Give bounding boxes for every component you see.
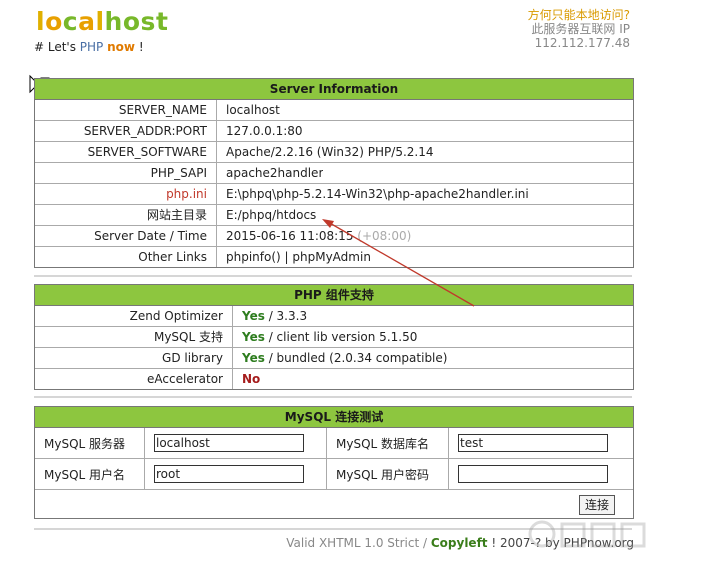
component-detail: / bundled (2.0.34 compatible) [264,351,448,365]
component-value-cell: Yes / client lib version 5.1.50 [233,327,417,347]
server-info-value: 127.0.0.1:80 [226,124,303,138]
logo-letter: l [36,7,46,36]
tagline-prefix: # Let's [34,40,80,54]
mysql-user-cell [145,459,327,490]
ip-label: 此服务器互联网 IP [531,22,630,36]
tagline-php: PHP [79,40,104,54]
server-info-value-cell: 127.0.0.1:80 [217,121,303,141]
other-links[interactable]: phpinfo() | phpMyAdmin [226,250,371,264]
timezone-offset: (+08:00) [357,229,412,243]
mysql-test-title: MySQL 连接测试 [35,407,633,428]
component-label: Zend Optimizer [35,306,233,326]
component-detail: / client lib version 5.1.50 [264,330,418,344]
server-info-value-cell: E:\phpq\php-5.2.14-Win32\php-apache2hand… [217,184,529,204]
divider [34,396,632,398]
valid-xhtml-link[interactable]: Valid XHTML 1.0 Strict [286,536,419,550]
mysql-server-label: MySQL 服务器 [35,428,145,459]
php-component-row: Zend Optimizer Yes / 3.3.3 [35,306,633,327]
server-info-label: SERVER_SOFTWARE [35,142,217,162]
component-status: No [242,372,261,386]
watermark-icon [528,520,646,548]
server-info-label: PHP_SAPI [35,163,217,183]
mysql-form: MySQL 服务器 MySQL 数据库名 MySQL 用户名 MySQL 用户密… [35,428,633,490]
server-info-row: Other Links phpinfo() | phpMyAdmin [35,247,633,267]
mysql-dbname-cell [449,428,633,459]
server-info-value-cell: E:/phpq/htdocs [217,205,316,225]
server-info-value: apache2handler [226,166,324,180]
server-info-value: E:/phpq/htdocs [226,208,317,222]
component-detail: / 3.3.3 [264,309,308,323]
php-components-panel: PHP 组件支持 Zend Optimizer Yes / 3.3.3 MySQL … [34,284,634,390]
tagline-suffix: ! [135,40,144,54]
ip-info: 方何只能本地访问? 此服务器互联网 IP 112.112.177.48 [528,8,630,50]
local-only-link[interactable]: 方何只能本地访问? [528,8,630,22]
mysql-dbname-input[interactable] [458,434,608,452]
divider [34,275,632,277]
php-component-row: eAccelerator No [35,369,633,389]
server-info-row: 网站主目录 E:/phpq/htdocs [35,205,633,226]
server-info-value: 2015-06-16 11:08:15 [226,229,354,243]
logo-letter: s [140,7,156,36]
page: localhost # Let's PHP now ! 方何只能本地访问? 此服… [0,0,710,578]
mysql-test-panel: MySQL 连接测试 MySQL 服务器 MySQL 数据库名 MySQL 用户… [34,406,634,519]
component-status: Yes [242,351,265,365]
component-label: eAccelerator [35,369,233,389]
tagline-now: now [107,40,135,54]
server-info-row: SERVER_ADDR:PORT 127.0.0.1:80 [35,121,633,142]
logo-letter: o [45,7,63,36]
mysql-server-input[interactable] [154,434,304,452]
server-info-value-cell: localhost [217,100,280,120]
logo-letter: h [104,7,123,36]
mysql-server-cell [145,428,327,459]
server-info-value: localhost [226,103,280,117]
tagline: # Let's PHP now ! [34,40,144,54]
mysql-dbname-label: MySQL 数据库名 [327,428,449,459]
server-info-row: php.ini E:\phpq\php-5.2.14-Win32\php-apac… [35,184,633,205]
footer-sep: / [419,536,431,550]
server-info-label: Server Date / Time [35,226,217,246]
php-ini-link[interactable]: php.ini [35,184,217,204]
component-status: Yes [242,330,265,344]
php-component-row: GD library Yes / bundled (2.0.34 compatib… [35,348,633,369]
component-value-cell: No [233,369,260,389]
php-components-title: PHP 组件支持 [35,285,633,306]
ip-value: 112.112.177.48 [534,36,630,50]
mysql-user-input[interactable] [154,465,304,483]
server-info-label: 网站主目录 [35,205,217,225]
mysql-user-label: MySQL 用户名 [35,459,145,490]
server-info-row: SERVER_SOFTWARE Apache/2.2.16 (Win32) PHP… [35,142,633,163]
mysql-password-label: MySQL 用户密码 [327,459,449,490]
server-info-label: SERVER_ADDR:PORT [35,121,217,141]
server-info-value: Apache/2.2.16 (Win32) PHP/5.2.14 [226,145,434,159]
server-info-value-cell: phpinfo() | phpMyAdmin [217,247,371,267]
server-info-value-cell: Apache/2.2.16 (Win32) PHP/5.2.14 [217,142,434,162]
localhost-logo: localhost [36,6,168,38]
logo-letter: a [78,7,96,36]
component-value-cell: Yes / bundled (2.0.34 compatible) [233,348,447,368]
logo-letter: t [155,7,169,36]
logo-letter: o [122,7,141,36]
connect-button[interactable]: 连接 [578,495,615,515]
server-info-value-cell: apache2handler [217,163,323,183]
server-info-label: Other Links [35,247,217,267]
component-status: Yes [242,309,265,323]
server-info-row: SERVER_NAME localhost [35,100,633,121]
mysql-password-input[interactable] [458,465,608,483]
server-info-value: E:\phpq\php-5.2.14-Win32\php-apache2hand… [226,187,529,201]
component-label: MySQL 支持 [35,327,233,347]
server-info-label: SERVER_NAME [35,100,217,120]
php-component-row: MySQL 支持 Yes / client lib version 5.1.50 [35,327,633,348]
server-info-row: PHP_SAPI apache2handler [35,163,633,184]
server-info-value-cell: 2015-06-16 11:08:15 (+08:00) [217,226,411,246]
logo-letter: l [95,7,105,36]
mysql-password-cell [449,459,633,490]
logo-letter: c [62,7,79,36]
server-info-row: Server Date / Time 2015-06-16 11:08:15 (+… [35,226,633,247]
server-info-panel: Server Information SERVER_NAME localhost S… [34,78,634,268]
component-label: GD library [35,348,233,368]
server-info-title: Server Information [35,79,633,100]
copyleft-link[interactable]: Copyleft [431,536,488,550]
component-value-cell: Yes / 3.3.3 [233,306,307,326]
